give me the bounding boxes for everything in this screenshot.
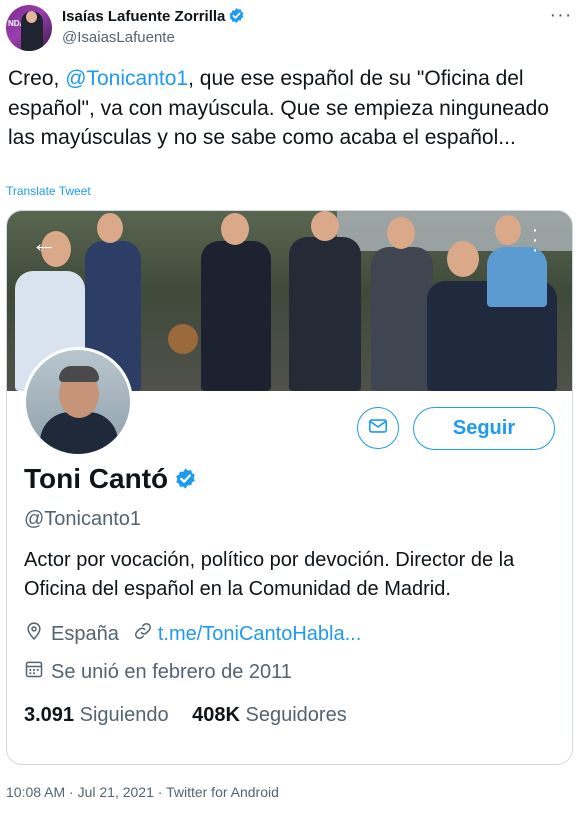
- tweet-text-start: Creo,: [8, 67, 66, 90]
- link-icon: [133, 621, 153, 647]
- following-stat[interactable]: 3.091 Siguiendo: [24, 704, 169, 726]
- profile-bio: Actor por vocación, político por devoció…: [24, 549, 515, 600]
- profile-card[interactable]: ← · · · Seguir Toni Cantó @Tonicanto1 Acto…: [6, 210, 573, 765]
- author-name[interactable]: Isaías Lafuente Zorrilla: [62, 7, 245, 28]
- profile-joined-date: Se unió en febrero de 2011: [51, 660, 292, 683]
- author-name-label: Isaías Lafuente Zorrilla: [62, 8, 226, 25]
- author-handle[interactable]: @IsaiasLafuente: [62, 29, 175, 46]
- profile-name-label: Toni Cantó: [24, 463, 169, 494]
- location-pin-icon: [24, 621, 44, 647]
- profile-meta-joined: Se unió en febrero de 2011: [24, 659, 292, 685]
- message-button[interactable]: [357, 407, 399, 449]
- followers-count: 408K: [192, 704, 240, 726]
- following-label: Siguiendo: [79, 704, 169, 726]
- more-dots-icon[interactable]: ···: [549, 5, 573, 28]
- translate-tweet-link[interactable]: Translate Tweet: [6, 184, 91, 198]
- more-vertical-icon[interactable]: · · ·: [530, 220, 540, 260]
- profile-handle: @Tonicanto1: [24, 508, 142, 530]
- follow-button[interactable]: Seguir: [413, 407, 555, 450]
- profile-website-link[interactable]: t.me/ToniCantoHabla...: [158, 623, 361, 646]
- profile-meta-location-link: España t.me/ToniCantoHabla...: [24, 621, 361, 647]
- verified-badge-icon: [228, 7, 245, 28]
- mail-icon: [367, 415, 389, 442]
- author-avatar[interactable]: NDA E A: [6, 5, 52, 51]
- calendar-icon: [24, 659, 44, 685]
- profile-avatar[interactable]: [23, 347, 133, 457]
- mention-link[interactable]: @Tonicanto1: [65, 67, 188, 90]
- tweet-timestamp[interactable]: 10:08 AM · Jul 21, 2021 · Twitter for An…: [6, 784, 279, 800]
- followers-stat[interactable]: 408K Seguidores: [192, 704, 347, 726]
- profile-name: Toni Cantó: [24, 463, 197, 497]
- following-count: 3.091: [24, 704, 75, 726]
- followers-label: Seguidores: [245, 704, 347, 726]
- profile-location: España: [51, 622, 119, 645]
- back-arrow-icon[interactable]: ←: [31, 230, 57, 256]
- verified-badge-icon: [174, 465, 197, 497]
- tweet-text: Creo, @Tonicanto1, que ese español de su…: [8, 64, 576, 153]
- profile-stats: 3.091 Siguiendo 408K Seguidores: [24, 704, 347, 727]
